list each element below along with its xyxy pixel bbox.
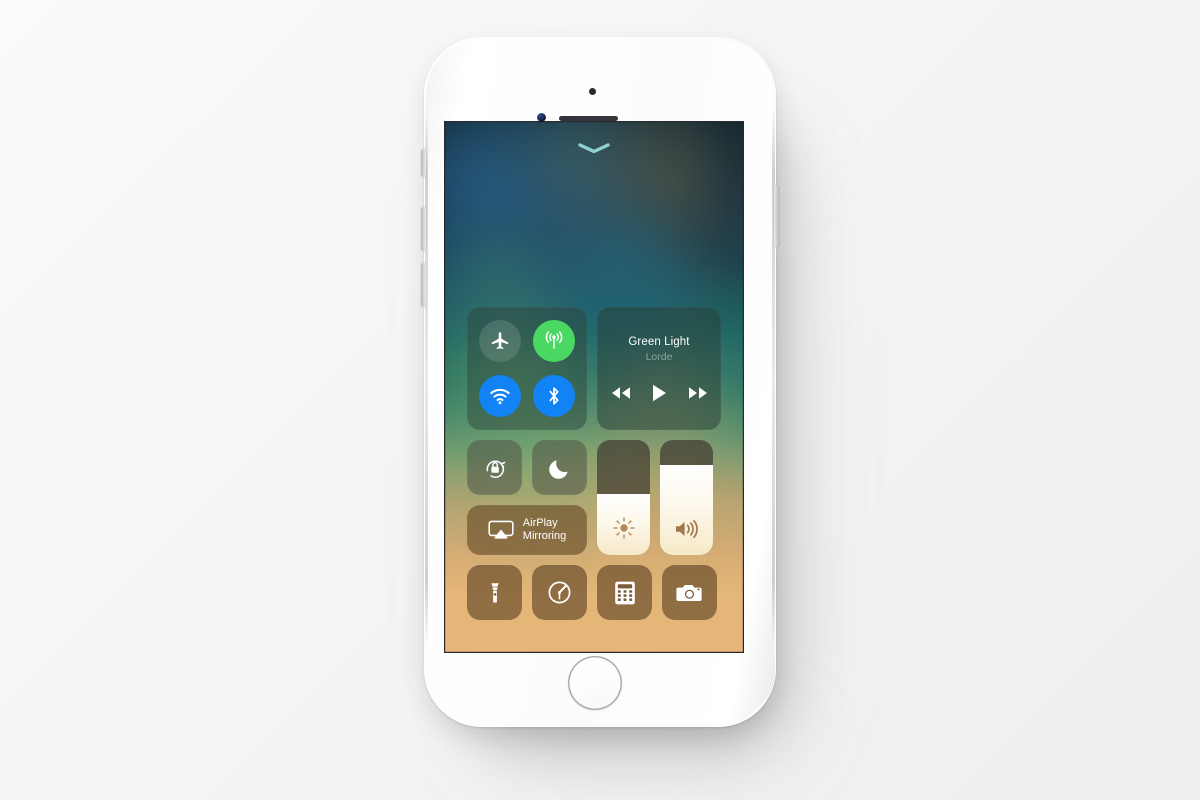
wifi-icon [488, 384, 512, 408]
iphone-device: Green Light Lorde AirPlay Mirroring [421, 37, 779, 727]
control-center: Green Light Lorde AirPlay Mirroring [445, 122, 743, 652]
cc-row-1: Green Light Lorde [467, 307, 721, 430]
media-controls [611, 384, 708, 402]
volume-speaker-icon [673, 517, 701, 541]
bluetooth-icon [543, 385, 565, 407]
brightness-slider[interactable] [597, 440, 650, 555]
do-not-disturb-toggle[interactable] [532, 440, 587, 495]
wifi-toggle[interactable] [479, 375, 521, 418]
flashlight-button[interactable] [467, 565, 522, 620]
connectivity-tile [467, 307, 587, 430]
brightness-sun-icon [611, 515, 637, 541]
now-playing-title: Green Light [628, 336, 690, 349]
airplane-icon [489, 330, 511, 352]
flashlight-icon [482, 580, 508, 606]
page-root: Green Light Lorde AirPlay Mirroring [0, 0, 1200, 800]
cc-sliders [597, 440, 713, 555]
cellular-antenna-icon [542, 329, 566, 353]
volume-up-button[interactable] [421, 207, 426, 251]
rotation-lock-toggle[interactable] [467, 440, 522, 495]
airplane-mode-toggle[interactable] [479, 319, 521, 362]
front-camera [537, 113, 546, 122]
device-screen: Green Light Lorde AirPlay Mirroring [445, 122, 743, 652]
calculator-icon [613, 580, 637, 606]
calculator-button[interactable] [597, 565, 652, 620]
camera-button[interactable] [662, 565, 717, 620]
chevron-down-icon[interactable] [577, 142, 611, 154]
moon-icon [547, 455, 573, 481]
cc-row-2: AirPlay Mirroring [467, 440, 721, 555]
home-button[interactable] [568, 656, 622, 710]
volume-slider-fill [660, 465, 713, 555]
now-playing-artist: Lorde [645, 350, 673, 363]
mute-switch[interactable] [421, 149, 426, 177]
power-button[interactable] [774, 185, 779, 247]
cc-row-2-toggles [467, 440, 587, 495]
rotation-lock-icon [481, 454, 509, 482]
bluetooth-toggle[interactable] [533, 375, 575, 418]
timer-icon [546, 579, 573, 606]
volume-down-button[interactable] [421, 263, 426, 307]
now-playing-tile[interactable]: Green Light Lorde [597, 307, 721, 430]
cellular-data-toggle[interactable] [533, 319, 575, 362]
earpiece-speaker [559, 116, 618, 121]
device-rim-left [425, 107, 428, 647]
rewind-button[interactable] [611, 386, 631, 400]
camera-icon [675, 581, 704, 605]
volume-slider[interactable] [660, 440, 713, 555]
fast-forward-button[interactable] [688, 386, 708, 400]
airplay-icon [488, 520, 514, 541]
airplay-mirroring-button[interactable]: AirPlay Mirroring [467, 505, 587, 555]
airplay-label: AirPlay Mirroring [522, 517, 567, 542]
proximity-sensor [589, 88, 596, 95]
timer-button[interactable] [532, 565, 587, 620]
play-button[interactable] [652, 384, 667, 402]
cc-row-3-shortcuts [467, 565, 721, 620]
control-center-grid: Green Light Lorde AirPlay Mirroring [467, 307, 721, 620]
cc-left-stack: AirPlay Mirroring [467, 440, 587, 555]
